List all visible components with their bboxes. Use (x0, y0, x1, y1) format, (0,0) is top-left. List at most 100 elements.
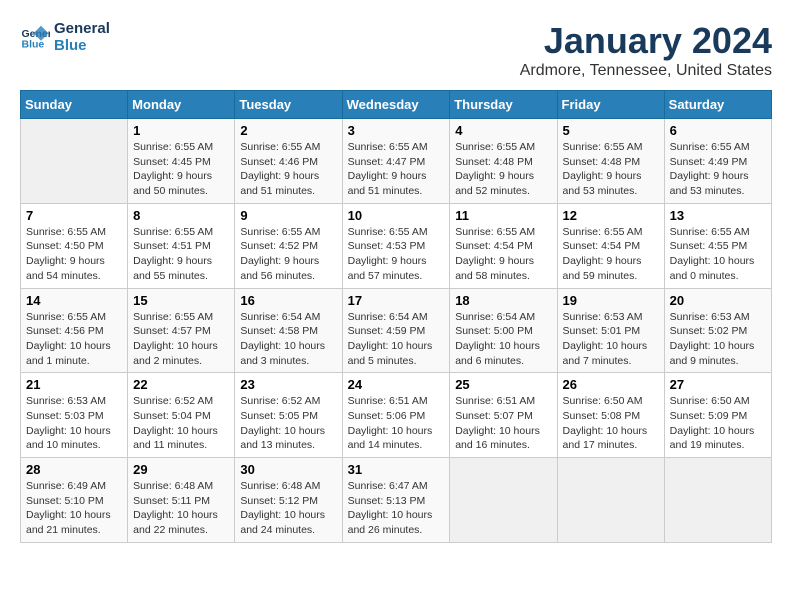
logo-icon: General Blue (20, 22, 50, 52)
day-info: Sunrise: 6:52 AM Sunset: 5:05 PM Dayligh… (240, 394, 336, 453)
week-row-3: 14 Sunrise: 6:55 AM Sunset: 4:56 PM Dayli… (21, 288, 772, 373)
header-friday: Friday (557, 91, 664, 119)
week-row-1: 1 Sunrise: 6:55 AM Sunset: 4:45 PM Daylig… (21, 119, 772, 204)
calendar-cell: 2 Sunrise: 6:55 AM Sunset: 4:46 PM Daylig… (235, 119, 342, 204)
day-info: Sunrise: 6:53 AM Sunset: 5:02 PM Dayligh… (670, 310, 766, 369)
day-info: Sunrise: 6:54 AM Sunset: 4:58 PM Dayligh… (240, 310, 336, 369)
day-info: Sunrise: 6:53 AM Sunset: 5:03 PM Dayligh… (26, 394, 122, 453)
day-number: 10 (348, 208, 445, 223)
day-number: 15 (133, 293, 229, 308)
day-number: 31 (348, 462, 445, 477)
calendar-cell: 26Sunrise: 6:50 AM Sunset: 5:08 PM Dayli… (557, 373, 664, 458)
calendar-cell: 11 Sunrise: 6:55 AM Sunset: 4:54 PM Dayli… (450, 203, 557, 288)
header-saturday: Saturday (664, 91, 771, 119)
day-info: Sunrise: 6:55 AM Sunset: 4:51 PM Dayligh… (133, 225, 229, 284)
day-info: Sunrise: 6:47 AM Sunset: 5:13 PM Dayligh… (348, 479, 445, 538)
day-number: 20 (670, 293, 766, 308)
day-info: Sunrise: 6:55 AM Sunset: 4:46 PM Dayligh… (240, 140, 336, 199)
day-number: 9 (240, 208, 336, 223)
header-wednesday: Wednesday (342, 91, 450, 119)
day-number: 22 (133, 377, 229, 392)
day-info: Sunrise: 6:55 AM Sunset: 4:56 PM Dayligh… (26, 310, 122, 369)
calendar-cell: 6 Sunrise: 6:55 AM Sunset: 4:49 PM Daylig… (664, 119, 771, 204)
calendar-header-row: SundayMondayTuesdayWednesdayThursdayFrid… (21, 91, 772, 119)
week-row-5: 28Sunrise: 6:49 AM Sunset: 5:10 PM Dayli… (21, 458, 772, 543)
day-number: 23 (240, 377, 336, 392)
day-number: 11 (455, 208, 551, 223)
day-number: 24 (348, 377, 445, 392)
calendar-cell: 19Sunrise: 6:53 AM Sunset: 5:01 PM Dayli… (557, 288, 664, 373)
day-info: Sunrise: 6:51 AM Sunset: 5:07 PM Dayligh… (455, 394, 551, 453)
day-info: Sunrise: 6:55 AM Sunset: 4:49 PM Dayligh… (670, 140, 766, 199)
calendar-location: Ardmore, Tennessee, United States (520, 62, 772, 80)
logo-name-line2: Blue (54, 37, 110, 54)
calendar-cell (557, 458, 664, 543)
day-number: 27 (670, 377, 766, 392)
day-info: Sunrise: 6:55 AM Sunset: 4:50 PM Dayligh… (26, 225, 122, 284)
calendar-cell: 14 Sunrise: 6:55 AM Sunset: 4:56 PM Dayli… (21, 288, 128, 373)
calendar-cell: 22 Sunrise: 6:52 AM Sunset: 5:04 PM Dayli… (128, 373, 235, 458)
day-number: 30 (240, 462, 336, 477)
day-info: Sunrise: 6:55 AM Sunset: 4:47 PM Dayligh… (348, 140, 445, 199)
day-number: 12 (563, 208, 659, 223)
day-info: Sunrise: 6:55 AM Sunset: 4:57 PM Dayligh… (133, 310, 229, 369)
day-number: 21 (26, 377, 122, 392)
day-number: 2 (240, 123, 336, 138)
day-number: 6 (670, 123, 766, 138)
day-number: 17 (348, 293, 445, 308)
day-info: Sunrise: 6:49 AM Sunset: 5:10 PM Dayligh… (26, 479, 122, 538)
calendar-cell: 23 Sunrise: 6:52 AM Sunset: 5:05 PM Dayli… (235, 373, 342, 458)
day-info: Sunrise: 6:55 AM Sunset: 4:45 PM Dayligh… (133, 140, 229, 199)
calendar-cell: 18Sunrise: 6:54 AM Sunset: 5:00 PM Dayli… (450, 288, 557, 373)
day-number: 1 (133, 123, 229, 138)
day-number: 14 (26, 293, 122, 308)
calendar-cell: 21 Sunrise: 6:53 AM Sunset: 5:03 PM Dayli… (21, 373, 128, 458)
calendar-cell: 15 Sunrise: 6:55 AM Sunset: 4:57 PM Dayli… (128, 288, 235, 373)
day-number: 8 (133, 208, 229, 223)
day-info: Sunrise: 6:55 AM Sunset: 4:52 PM Dayligh… (240, 225, 336, 284)
calendar-cell: 29 Sunrise: 6:48 AM Sunset: 5:11 PM Dayli… (128, 458, 235, 543)
day-info: Sunrise: 6:55 AM Sunset: 4:53 PM Dayligh… (348, 225, 445, 284)
day-number: 13 (670, 208, 766, 223)
day-number: 16 (240, 293, 336, 308)
calendar-cell (450, 458, 557, 543)
calendar-cell: 25 Sunrise: 6:51 AM Sunset: 5:07 PM Dayli… (450, 373, 557, 458)
day-info: Sunrise: 6:52 AM Sunset: 5:04 PM Dayligh… (133, 394, 229, 453)
calendar-cell: 8 Sunrise: 6:55 AM Sunset: 4:51 PM Daylig… (128, 203, 235, 288)
title-block: January 2024 Ardmore, Tennessee, United … (520, 20, 772, 80)
week-row-2: 7 Sunrise: 6:55 AM Sunset: 4:50 PM Daylig… (21, 203, 772, 288)
day-info: Sunrise: 6:55 AM Sunset: 4:54 PM Dayligh… (563, 225, 659, 284)
header-tuesday: Tuesday (235, 91, 342, 119)
day-info: Sunrise: 6:55 AM Sunset: 4:48 PM Dayligh… (455, 140, 551, 199)
calendar-cell (21, 119, 128, 204)
day-number: 19 (563, 293, 659, 308)
calendar-cell: 12 Sunrise: 6:55 AM Sunset: 4:54 PM Dayli… (557, 203, 664, 288)
logo: General Blue General Blue (20, 20, 110, 54)
calendar-table: SundayMondayTuesdayWednesdayThursdayFrid… (20, 90, 772, 543)
day-info: Sunrise: 6:51 AM Sunset: 5:06 PM Dayligh… (348, 394, 445, 453)
calendar-cell: 17Sunrise: 6:54 AM Sunset: 4:59 PM Dayli… (342, 288, 450, 373)
day-number: 4 (455, 123, 551, 138)
calendar-cell: 27 Sunrise: 6:50 AM Sunset: 5:09 PM Dayli… (664, 373, 771, 458)
logo-name-line1: General (54, 20, 110, 37)
page-header: General Blue General Blue January 2024 A… (20, 20, 772, 80)
day-number: 7 (26, 208, 122, 223)
calendar-cell: 31 Sunrise: 6:47 AM Sunset: 5:13 PM Dayli… (342, 458, 450, 543)
day-info: Sunrise: 6:48 AM Sunset: 5:11 PM Dayligh… (133, 479, 229, 538)
day-number: 18 (455, 293, 551, 308)
calendar-cell: 10 Sunrise: 6:55 AM Sunset: 4:53 PM Dayli… (342, 203, 450, 288)
day-number: 29 (133, 462, 229, 477)
day-info: Sunrise: 6:50 AM Sunset: 5:09 PM Dayligh… (670, 394, 766, 453)
header-sunday: Sunday (21, 91, 128, 119)
calendar-cell: 1 Sunrise: 6:55 AM Sunset: 4:45 PM Daylig… (128, 119, 235, 204)
week-row-4: 21 Sunrise: 6:53 AM Sunset: 5:03 PM Dayli… (21, 373, 772, 458)
calendar-cell (664, 458, 771, 543)
header-monday: Monday (128, 91, 235, 119)
day-info: Sunrise: 6:55 AM Sunset: 4:54 PM Dayligh… (455, 225, 551, 284)
calendar-cell: 3Sunrise: 6:55 AM Sunset: 4:47 PM Daylig… (342, 119, 450, 204)
calendar-cell: 16 Sunrise: 6:54 AM Sunset: 4:58 PM Dayli… (235, 288, 342, 373)
calendar-cell: 9 Sunrise: 6:55 AM Sunset: 4:52 PM Daylig… (235, 203, 342, 288)
day-number: 25 (455, 377, 551, 392)
calendar-cell: 13Sunrise: 6:55 AM Sunset: 4:55 PM Dayli… (664, 203, 771, 288)
calendar-cell: 5Sunrise: 6:55 AM Sunset: 4:48 PM Daylig… (557, 119, 664, 204)
